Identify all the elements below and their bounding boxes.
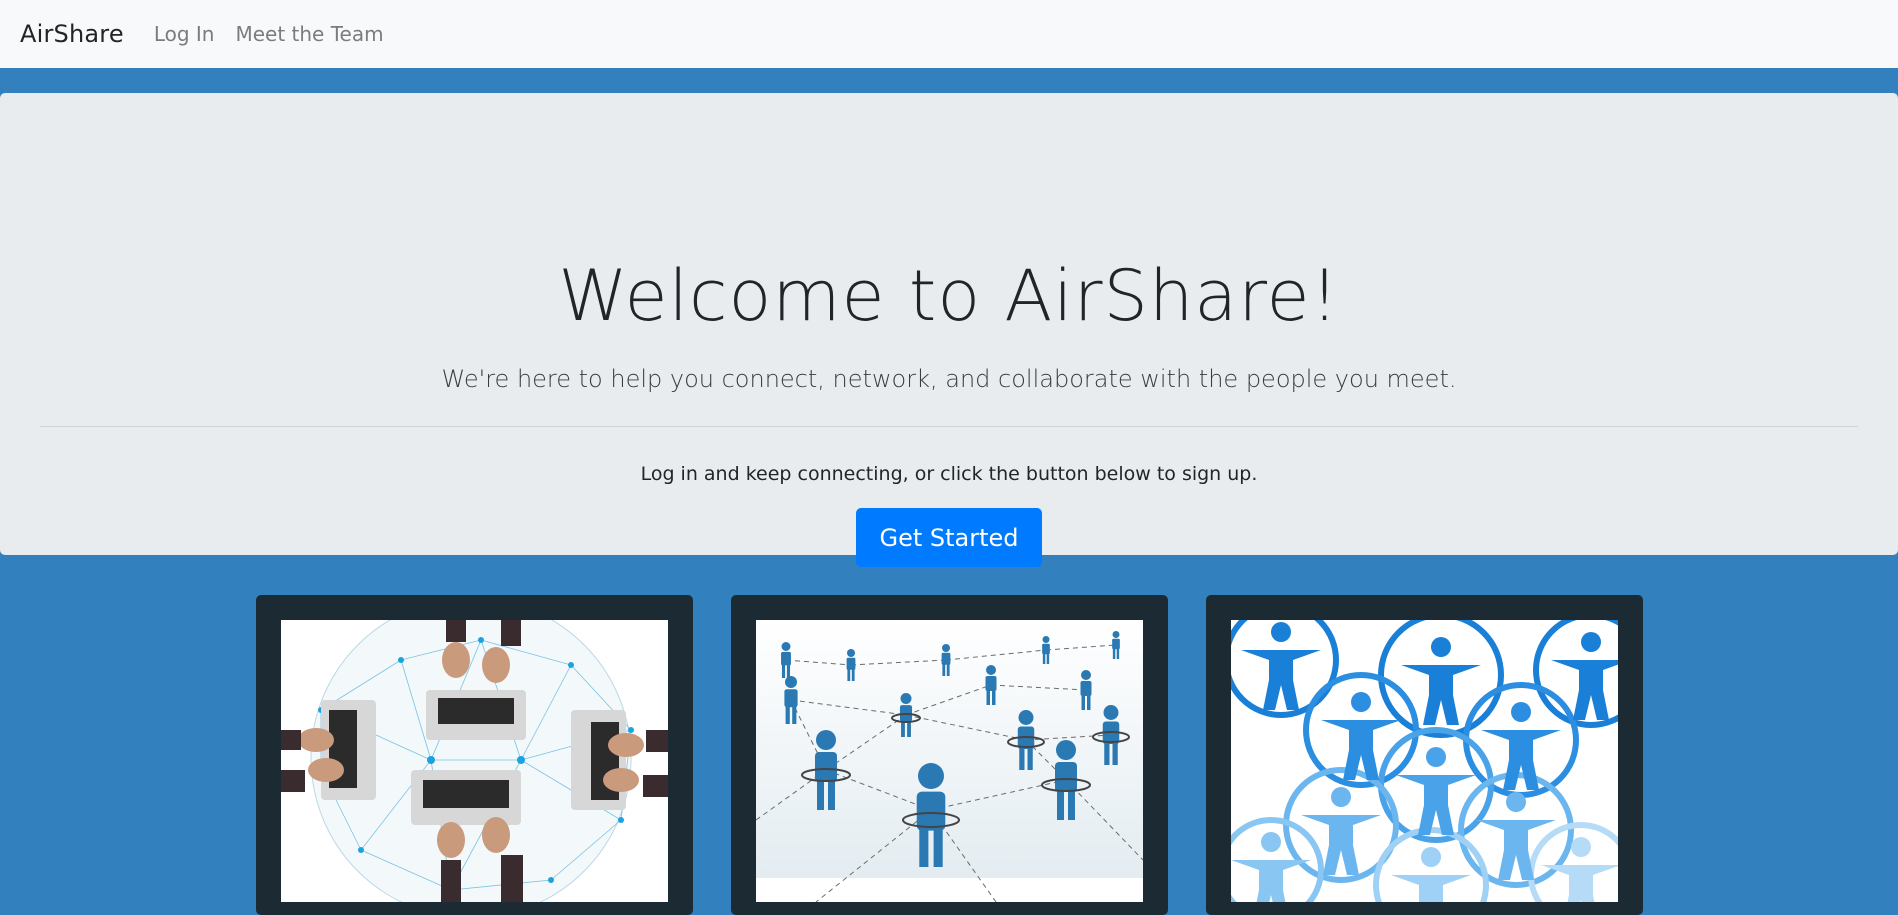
hero-title: Welcome to AirShare!: [558, 255, 1340, 337]
hero-prompt-text: Log in and keep connecting, or click the…: [640, 463, 1258, 485]
navbar: AirShare Log In Meet the Team: [0, 0, 1898, 68]
feature-card-3: [1206, 595, 1643, 915]
people-network-figures-image: [756, 620, 1143, 902]
get-started-button[interactable]: Get Started: [856, 508, 1042, 567]
laptops-network-globe-image: [281, 620, 668, 902]
nav-link-meet-the-team[interactable]: Meet the Team: [235, 22, 383, 46]
hero-divider: [40, 426, 1858, 427]
hero-jumbotron: Welcome to AirShare! We're here to help …: [0, 93, 1898, 567]
nav-link-log-in[interactable]: Log In: [154, 22, 215, 46]
brand-link[interactable]: AirShare: [20, 20, 124, 48]
hero-lead-text: We're here to help you connect, network,…: [441, 365, 1457, 393]
people-circles-icons-image: [1231, 620, 1618, 902]
feature-card-1: [256, 595, 693, 915]
feature-card-2: [731, 595, 1168, 915]
